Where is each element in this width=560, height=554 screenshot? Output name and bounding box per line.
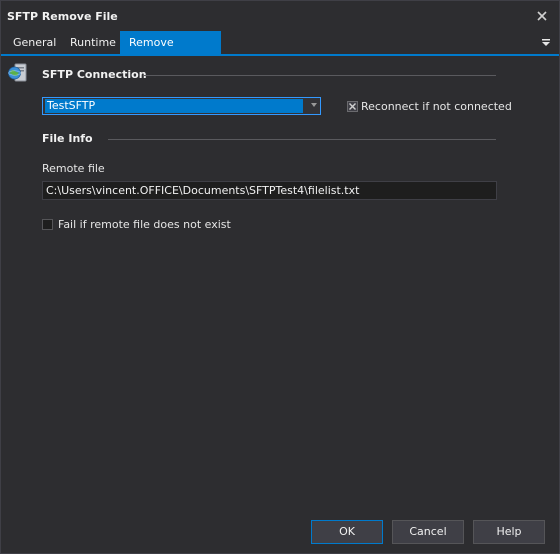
section-divider (144, 75, 496, 76)
section-divider (108, 139, 496, 140)
tab-bar: General Runtime Remove Options (1, 31, 559, 72)
tab-general[interactable]: General (7, 31, 62, 54)
fail-if-not-exist-checkbox[interactable] (42, 219, 53, 230)
ok-button[interactable]: OK (311, 520, 383, 544)
remote-file-label: Remote file (42, 162, 105, 175)
tab-runtime[interactable]: Runtime (64, 31, 122, 54)
tab-menu-icon[interactable] (539, 35, 553, 49)
reconnect-label[interactable]: Reconnect if not connected (361, 100, 512, 113)
fail-if-not-exist-label[interactable]: Fail if remote file does not exist (58, 218, 231, 231)
options-panel: SFTP Connection TestSFTP Reconnect if no… (1, 56, 559, 511)
reconnect-checkbox[interactable] (347, 101, 358, 112)
checkmark-icon (349, 103, 356, 110)
close-icon[interactable] (533, 7, 551, 25)
dialog-window: SFTP Remove File General Runtime Remove … (0, 0, 560, 554)
sftp-connection-header: SFTP Connection (42, 68, 147, 81)
file-info-header: File Info (42, 132, 93, 145)
connection-dropdown[interactable]: TestSFTP (42, 97, 321, 115)
cancel-button[interactable]: Cancel (392, 520, 464, 544)
tab-remove-options[interactable]: Remove Options (120, 31, 221, 72)
chevron-down-icon[interactable] (311, 103, 317, 107)
remote-file-input[interactable] (42, 181, 497, 200)
server-globe-icon (7, 62, 29, 84)
button-bar: OK Cancel Help (1, 511, 559, 553)
title-bar: SFTP Remove File (1, 1, 559, 31)
help-button[interactable]: Help (473, 520, 545, 544)
connection-selected-value: TestSFTP (45, 99, 303, 113)
window-title: SFTP Remove File (7, 10, 118, 23)
